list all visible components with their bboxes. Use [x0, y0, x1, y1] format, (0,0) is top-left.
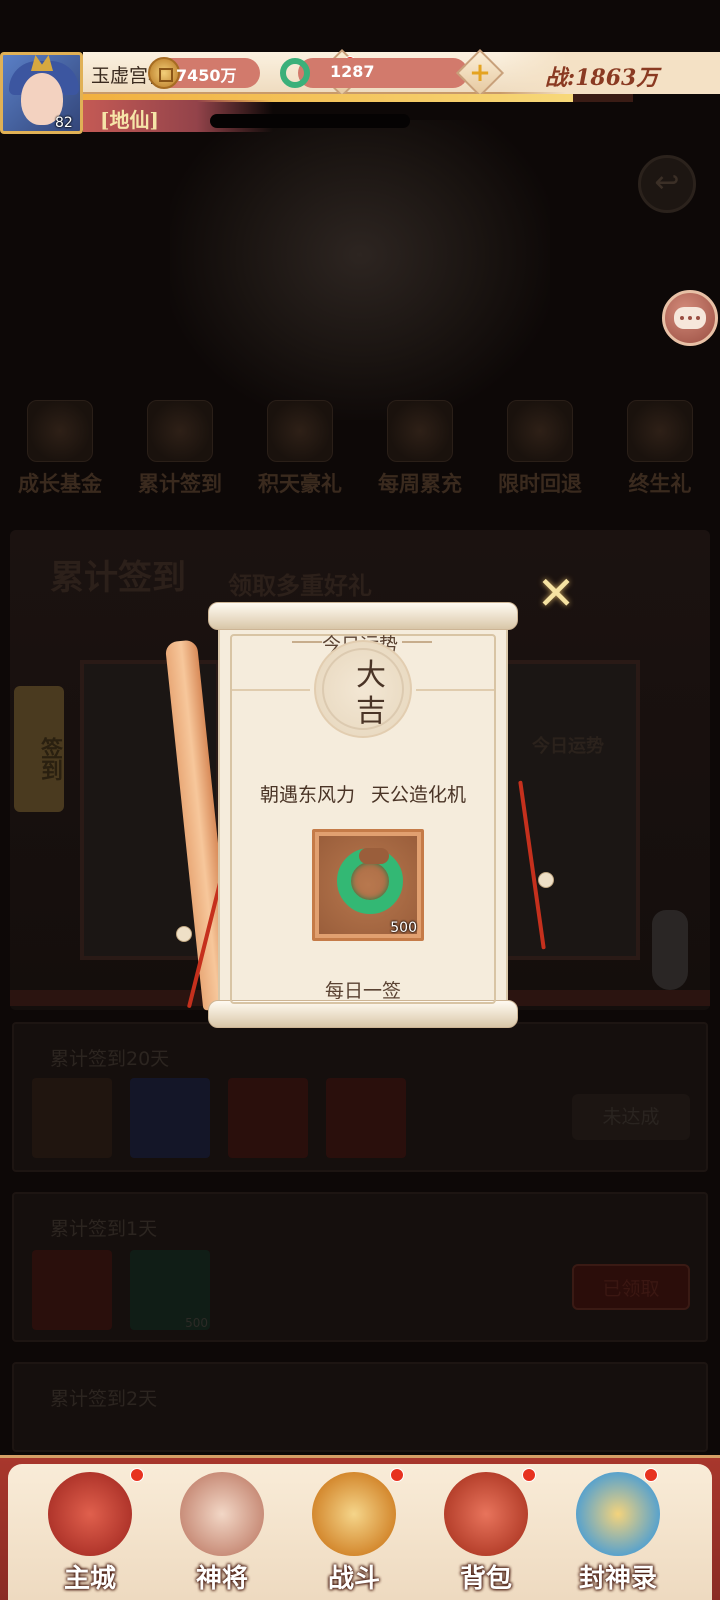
nav-deity-records[interactable]: 封神录	[558, 1458, 678, 1598]
fortune-lot-text: 大吉	[324, 658, 418, 730]
nav-label: 神将	[195, 1564, 248, 1594]
reward-count: 500	[390, 920, 417, 936]
nav-backpack[interactable]: 背包	[426, 1458, 546, 1598]
close-button[interactable]: ✕	[532, 570, 580, 618]
rank-title: [地仙]	[100, 108, 159, 132]
fortune-lot-inner: 大吉	[322, 648, 404, 730]
divider-right	[416, 689, 494, 691]
fortune-lot-badge: 大吉	[294, 640, 434, 738]
nav-heroes[interactable]: 神将	[162, 1458, 282, 1598]
nav-label: 封神录	[578, 1564, 657, 1594]
jade-icon	[280, 58, 310, 88]
gold-value: 7450万	[176, 66, 237, 85]
nav-label: 背包	[459, 1564, 512, 1594]
top-hud: 82 玉虚宫柳弘漫 7450万 + 1287 + 战:1863万 [地仙]	[0, 48, 720, 134]
palace-icon	[48, 1472, 132, 1556]
jade-pill	[298, 58, 468, 88]
divider-left	[232, 689, 310, 691]
combat-power: 战:1863万	[545, 65, 659, 91]
avatar[interactable]: 82	[0, 52, 83, 134]
bead-right	[538, 872, 554, 888]
crossed-swords-icon	[312, 1472, 396, 1556]
bottom-nav: 主城 神将 战斗 背包 封神录	[0, 1455, 720, 1600]
notification-dot	[522, 1468, 536, 1482]
jade-ring-icon	[337, 848, 403, 914]
jade-value: 1287	[330, 62, 375, 81]
notification-dot	[644, 1468, 658, 1482]
scroll-rod-top	[208, 602, 518, 630]
hero-portrait-icon	[180, 1472, 264, 1556]
nav-label: 战斗	[327, 1564, 380, 1594]
notification-dot	[130, 1468, 144, 1482]
bead-left	[176, 926, 192, 942]
scroll-rod-bottom	[208, 1000, 518, 1028]
reward-item[interactable]: 500	[312, 829, 424, 941]
ink-decoration	[210, 114, 410, 128]
nav-battle[interactable]: 战斗	[294, 1458, 414, 1598]
nav-label: 主城	[63, 1564, 116, 1594]
level-badge: 82	[55, 115, 73, 131]
fortune-poem: 朝遇东风力 天公造化机	[259, 784, 467, 806]
nav-main-city[interactable]: 主城	[30, 1458, 150, 1598]
close-icon: ✕	[536, 566, 576, 620]
plus-icon: +	[469, 58, 491, 88]
notification-dot	[390, 1468, 404, 1482]
deity-records-icon	[576, 1472, 660, 1556]
title-ornament-right	[402, 641, 432, 643]
fortune-footer: 每日一签	[324, 980, 401, 1002]
bag-icon	[444, 1472, 528, 1556]
fortune-lot-char: 大	[356, 658, 386, 693]
fortune-lot-char: 吉	[356, 694, 386, 729]
